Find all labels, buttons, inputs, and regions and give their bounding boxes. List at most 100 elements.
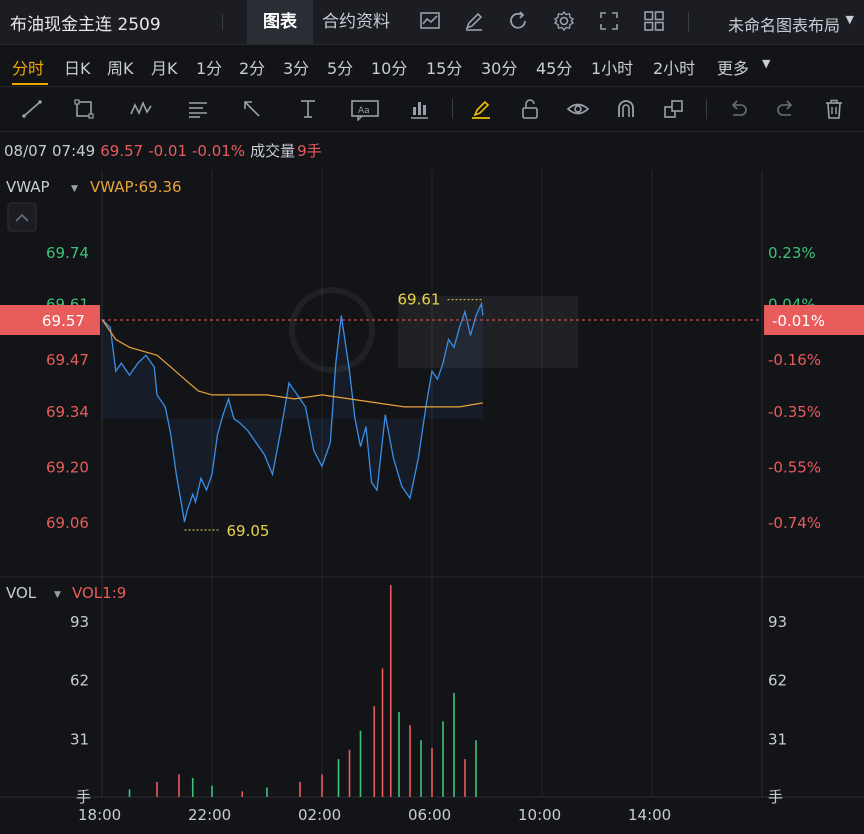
volume-tick-left: 31 [70,730,89,748]
time-tick-label: 14:00 [628,806,671,824]
period-45min[interactable]: 45分 [536,55,572,79]
fib-levels-icon[interactable] [186,97,210,121]
price-indicator-name[interactable]: VWAP [6,178,50,196]
unlock-icon[interactable] [518,97,542,121]
volume-tick-left: 93 [70,613,89,631]
redo-icon[interactable] [774,97,798,121]
chevron-down-icon[interactable]: ▼ [846,13,854,26]
volume-bar [453,692,455,797]
indicator-dropdown-icon[interactable]: ▼ [71,184,78,194]
indicator-chart-icon[interactable] [418,9,442,33]
volume-bar [156,781,158,797]
period-day[interactable]: 日K [64,55,91,79]
volume-bar [442,721,444,797]
wave-pattern-icon[interactable] [129,97,153,121]
tab-chart[interactable]: 图表 [247,0,313,44]
magnet-icon[interactable] [614,97,638,121]
rectangle-icon[interactable] [72,97,96,121]
more-chevron-down-icon[interactable]: ▼ [762,57,770,70]
volume-bar [359,730,362,797]
refresh-icon[interactable] [506,9,530,33]
tab-contract-info[interactable]: 合约资料 [322,0,390,44]
volume-tick-right: 62 [768,672,787,690]
time-tick-label: 02:00 [298,806,341,824]
chart-area[interactable]: VWAP ▼ VWAP:69.36 69.74 69.61 69.47 69.34 69… [0,166,864,834]
highlighter-icon[interactable] [469,97,493,121]
quote-price: 69.57 [100,142,144,160]
period-month[interactable]: 月K [151,55,178,79]
period-3min[interactable]: 3分 [283,55,309,79]
volume-bar [321,774,323,797]
undo-icon[interactable] [726,97,750,121]
pct-tick-label: -0.74% [768,514,821,532]
period-timeshare[interactable]: 分时 [12,55,44,79]
volume-dropdown-icon[interactable]: ▼ [54,590,61,600]
volume-bar [128,789,131,797]
time-tick-label: 06:00 [408,806,451,824]
svg-text:Aa: Aa [358,106,370,116]
time-tick-label: 18:00 [78,806,121,824]
draw-pen-icon[interactable] [462,9,486,33]
layers-icon[interactable] [662,97,686,121]
period-week[interactable]: 周K [107,55,134,79]
text-tool-icon[interactable] [296,97,320,121]
price-tick-label: 69.74 [46,244,89,262]
volume-bar [211,785,213,797]
period-1min[interactable]: 1分 [196,55,222,79]
volume-unit-left: 手 [76,788,91,806]
volume-bar [475,740,477,797]
period-10min[interactable]: 10分 [371,55,407,79]
pct-tick-label: -0.35% [768,403,821,421]
arrow-icon[interactable] [240,97,264,121]
price-tick-label: 69.06 [46,514,89,532]
chart-layout-selector[interactable]: 未命名图表布局 [728,12,840,36]
grid-layout-icon[interactable] [642,9,666,33]
quote-datetime: 08/07 07:49 [4,142,96,160]
vol1-value: VOL1:9 [72,584,126,602]
period-bar: 分时 日K 周K 月K 1分 2分 3分 5分 10分 15分 30分 45分 … [0,45,864,85]
volume-value: 9手 [297,142,322,160]
period-2hour[interactable]: 2小时 [653,55,695,79]
fullscreen-icon[interactable] [597,9,621,33]
volume-bar [398,711,400,797]
collapse-button[interactable] [7,202,37,232]
volume-bar [241,791,244,797]
volume-tick-right: 93 [768,613,787,631]
volume-bar [420,740,422,797]
period-2min[interactable]: 2分 [239,55,265,79]
period-1hour[interactable]: 1小时 [591,55,633,79]
period-more[interactable]: 更多 [717,55,749,79]
settings-gear-icon[interactable] [552,9,576,33]
title-bar: 布油现金主连 2509 图表 合约资料 未命名图表布局 ▼ [0,0,864,45]
pct-tick-label: -0.55% [768,458,821,476]
volume-bar [431,747,433,797]
price-tick-label: 69.47 [46,351,89,369]
volume-bar [389,585,392,797]
time-tick-label: 10:00 [518,806,561,824]
volume-bar [373,706,376,797]
instrument-title: 布油现金主连 2509 [10,15,161,35]
volume-label: 成交量 [250,142,296,160]
toolbar-divider [452,99,453,119]
period-15min[interactable]: 15分 [426,55,462,79]
volume-bar [464,759,466,797]
volume-bar [348,749,351,797]
volume-bar [299,781,301,797]
high-price-label: 69.61 [398,291,441,309]
trash-icon[interactable] [822,97,846,121]
volume-unit-right: 手 [768,788,783,806]
price-range-icon[interactable] [407,97,431,121]
label-tool-icon[interactable]: Aa [350,97,382,121]
eye-icon[interactable] [566,97,590,121]
period-5min[interactable]: 5分 [327,55,353,79]
trend-line-icon[interactable] [20,97,44,121]
quote-change-pct: -0.01% [192,142,246,160]
price-tick-label: 69.20 [46,458,89,476]
volume-tick-left: 62 [70,672,89,690]
quote-info-line: 08/07 07:49 69.57 -0.01 -0.01% 成交量 9手 [4,140,327,161]
volume-indicator-name[interactable]: VOL [6,584,37,602]
volume-bar [191,778,194,797]
vwap-value: VWAP:69.36 [90,178,182,196]
period-30min[interactable]: 30分 [481,55,517,79]
active-period-underline [12,83,48,85]
